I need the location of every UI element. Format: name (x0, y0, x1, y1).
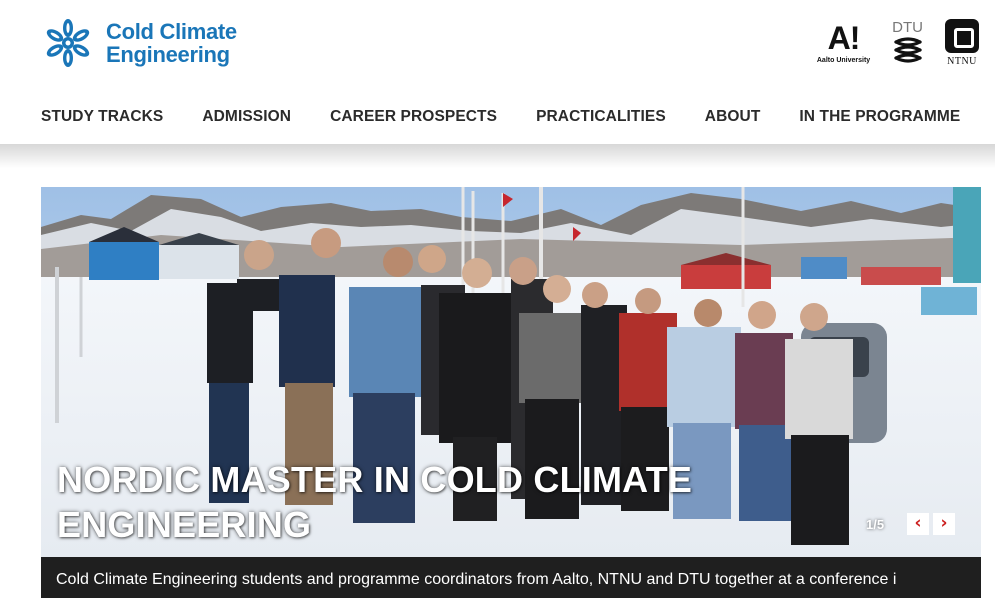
nav-item-career-prospects[interactable]: CAREER PROSPECTS (330, 108, 497, 126)
chevron-right-icon[interactable]: › (933, 513, 955, 535)
nav-item-study-tracks[interactable]: STUDY TRACKS (41, 108, 163, 126)
aalto-logo[interactable]: A! Aalto University (817, 18, 870, 64)
aalto-label: Aalto University (816, 57, 871, 64)
nav-item-admission[interactable]: ADMISSION (202, 108, 291, 126)
slide-caption: Cold Climate Engineering students and pr… (41, 557, 981, 598)
ntnu-label: NTNU (947, 56, 977, 67)
main-navigation: STUDY TRACKS ADMISSION CAREER PROSPECTS … (0, 90, 995, 144)
site-logo[interactable]: Cold Climate Engineering (40, 17, 237, 69)
logo-wordmark: Cold Climate Engineering (106, 20, 237, 66)
partner-logos: A! Aalto University DTU NTNU (795, 18, 979, 67)
logo-line-1: Cold Climate (106, 19, 237, 44)
slide-counter: 1/5 (866, 517, 885, 532)
ntnu-logo[interactable]: NTNU (945, 18, 979, 67)
aalto-mark: A! (827, 20, 861, 56)
ntnu-emblem-icon (945, 19, 979, 53)
nav-item-practicalities[interactable]: PRACTICALITIES (536, 108, 666, 126)
dtu-label: DTU (892, 19, 923, 36)
dtu-emblem-icon (893, 37, 922, 63)
nav-item-about[interactable]: ABOUT (705, 108, 761, 126)
logo-line-2: Engineering (106, 42, 230, 67)
site-header: Cold Climate Engineering A! Aalto Univer… (0, 0, 995, 90)
dtu-logo[interactable]: DTU (892, 18, 923, 63)
slide-title: NORDIC MASTER IN COLD CLIMATE ENGINEERIN… (57, 459, 693, 545)
hero-slider: NORDIC MASTER IN COLD CLIMATE ENGINEERIN… (41, 187, 981, 598)
snowflake-icon (46, 19, 90, 67)
nav-item-in-the-programme[interactable]: IN THE PROGRAMME (799, 108, 960, 126)
chevron-left-icon[interactable]: ‹ (907, 513, 929, 535)
header-shadow (0, 144, 995, 168)
